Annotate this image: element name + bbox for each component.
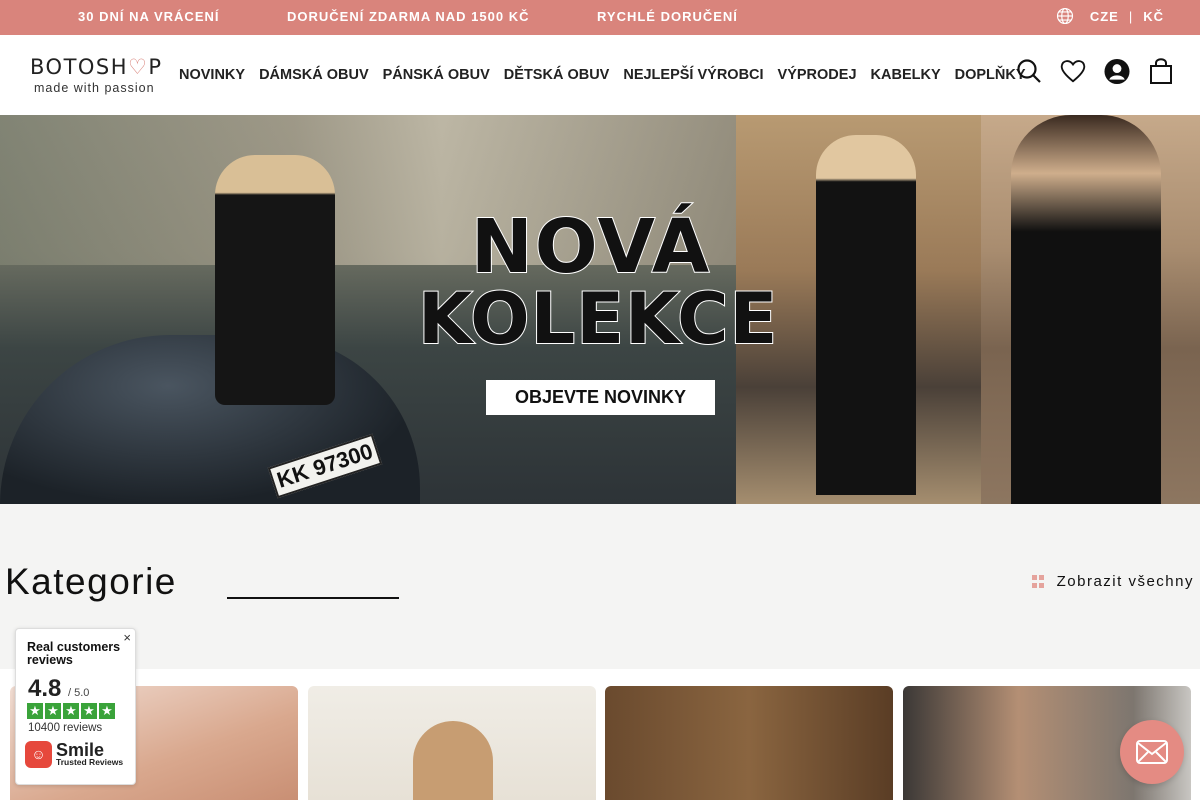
rating-score: 4.8 xyxy=(28,675,62,702)
nav-vyprodej[interactable]: VÝPRODEJ xyxy=(778,67,857,83)
star-icon: ★ xyxy=(27,703,43,719)
logo-wordmark: BOTOSH♡P xyxy=(30,55,163,79)
car-image xyxy=(0,335,420,504)
promo-returns: 30 DNÍ NA VRÁCENÍ xyxy=(78,9,220,24)
nav-damska-obuv[interactable]: DÁMSKÁ OBUV xyxy=(259,67,369,83)
logo[interactable]: BOTOSH♡P made with passion xyxy=(30,55,175,95)
rating-out-of: / 5.0 xyxy=(68,687,90,699)
smile-brand-name: Smile xyxy=(56,740,105,760)
search-icon[interactable] xyxy=(1016,57,1042,85)
promo-free-shipping: DORUČENÍ ZDARMA NAD 1500 KČ xyxy=(287,9,530,24)
nav-doplnky[interactable]: DOPLŇKY xyxy=(955,67,1026,83)
hero-title-line2: KOLEKCE xyxy=(417,278,779,360)
reviews-widget[interactable]: × Real customers reviews 4.8 / 5.0 ★ ★ ★… xyxy=(15,628,136,785)
nav-novinky[interactable]: NOVINKY xyxy=(179,67,245,83)
hero-title: NOVÁ KOLEKCE xyxy=(417,204,779,360)
logo-tagline: made with passion xyxy=(34,81,155,95)
hero-photo-right xyxy=(981,115,1200,504)
language-code[interactable]: CZE xyxy=(1090,9,1119,24)
chat-button[interactable] xyxy=(1120,720,1184,784)
currency-code[interactable]: KČ xyxy=(1143,9,1164,24)
lang-separator: | xyxy=(1128,8,1134,24)
discover-new-button[interactable]: OBJEVTE NOVINKY xyxy=(486,380,715,415)
reviews-title: Real customers reviews xyxy=(27,640,121,667)
hero-title-line1: NOVÁ xyxy=(470,204,712,290)
globe-icon xyxy=(1056,7,1073,25)
star-icon: ★ xyxy=(45,703,61,719)
promo-fast-delivery: RYCHLÉ DORUČENÍ xyxy=(597,9,738,24)
show-all-label: Zobrazit všechny xyxy=(1056,573,1194,590)
grid-icon xyxy=(1031,575,1045,588)
cart-icon[interactable] xyxy=(1148,57,1174,85)
nav-kabelky[interactable]: KABELKY xyxy=(871,67,941,83)
smile-brand: ☺ Smile Trusted Reviews xyxy=(25,741,123,768)
language-currency-switcher[interactable]: CZE | KČ xyxy=(1056,7,1164,25)
nav-nejlepsi-vyrobci[interactable]: NEJLEPŠÍ VÝROBCI xyxy=(623,67,763,83)
star-icon: ★ xyxy=(63,703,79,719)
review-count: 10400 reviews xyxy=(28,722,103,734)
main-nav: NOVINKY DÁMSKÁ OBUV PÁNSKÁ OBUV DĚTSKÁ O… xyxy=(179,67,1040,83)
star-icon: ★ xyxy=(99,703,115,719)
star-icon: ★ xyxy=(81,703,97,719)
mail-icon xyxy=(1136,740,1168,764)
nav-panska-obuv[interactable]: PÁNSKÁ OBUV xyxy=(383,67,490,83)
main-header: BOTOSH♡P made with passion NOVINKY DÁMSK… xyxy=(0,35,1200,115)
heart-icon[interactable] xyxy=(1060,57,1086,85)
hero-banner[interactable]: KK 97300 NOVÁ KOLEKCE OBJEVTE NOVINKY xyxy=(0,115,1200,504)
smile-brand-sub: Trusted Reviews xyxy=(56,757,124,767)
account-icon[interactable] xyxy=(1104,57,1130,85)
category-card[interactable] xyxy=(308,686,596,800)
heading-underline xyxy=(227,597,399,599)
promo-bar: 30 DNÍ NA VRÁCENÍ DORUČENÍ ZDARMA NAD 15… xyxy=(0,0,1200,35)
smile-logo-icon: ☺ xyxy=(25,741,52,768)
nav-detska-obuv[interactable]: DĚTSKÁ OBUV xyxy=(504,67,610,83)
rating-stars: ★ ★ ★ ★ ★ xyxy=(27,703,115,719)
category-card[interactable] xyxy=(605,686,893,800)
show-all-link[interactable]: Zobrazit všechny xyxy=(1031,573,1194,590)
categories-heading: Kategorie xyxy=(5,561,177,602)
header-actions xyxy=(1016,57,1174,85)
